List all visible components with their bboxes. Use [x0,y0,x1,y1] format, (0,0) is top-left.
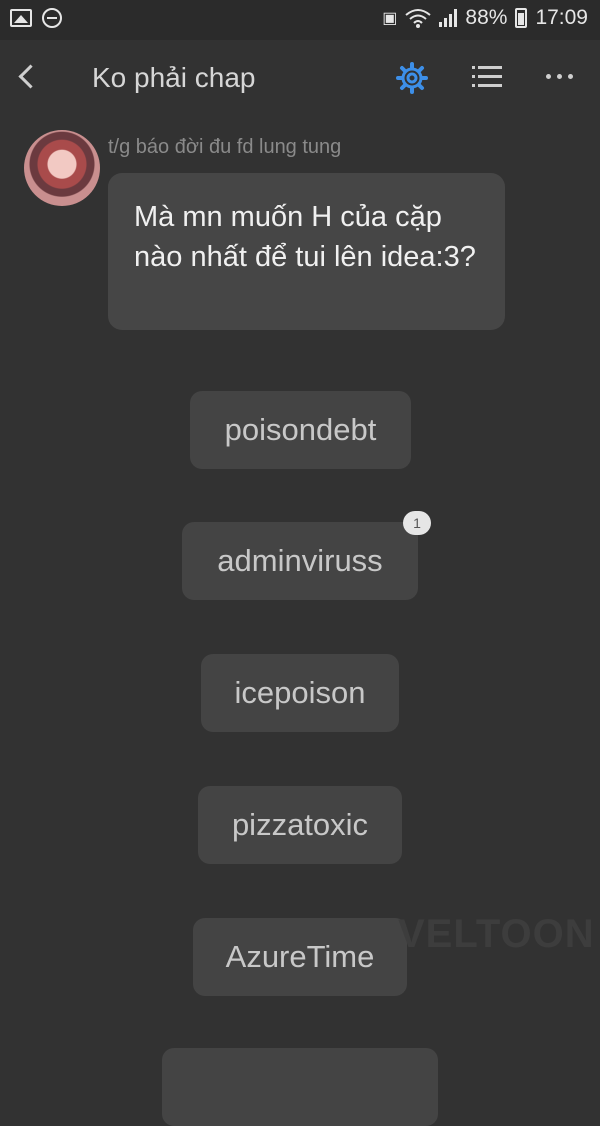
page-title: Ko phải chap [92,62,256,93]
option-adminviruss[interactable]: adminviruss [182,522,418,600]
option-pizzatoxic[interactable]: pizzatoxic [198,786,402,864]
status-right: ▣ 88% 17:09 [382,6,588,30]
message-bubble: Mà mn muốn H của cặp nào nhất để tui lên… [108,173,505,330]
back-button[interactable] [16,60,40,96]
author-name: t/g báo đời đu fd lung tung [108,136,342,158]
option-partial[interactable] [162,1048,438,1126]
settings-gear-icon[interactable] [396,62,428,94]
status-bar: ▣ 88% 17:09 [0,0,600,40]
gallery-icon [10,9,32,27]
sim-icon: ▣ [382,10,398,27]
comment-count-badge[interactable]: 1 [403,511,431,535]
clock: 17:09 [535,6,588,29]
option-icepoison[interactable]: icepoison [201,654,399,732]
signal-icon [439,9,458,27]
wifi-icon [405,9,432,28]
more-options-button[interactable] [546,74,573,79]
option-poisondebt[interactable]: poisondebt [190,391,411,469]
option-azuretime[interactable]: AzureTime [193,918,407,996]
author-avatar[interactable] [24,130,100,206]
battery-percent: 88% [465,6,508,29]
chapter-list-button[interactable] [472,66,502,90]
watermark-logo: VELTOON [398,912,595,956]
battery-icon [515,8,528,28]
status-left [10,8,62,28]
do-not-disturb-icon [42,8,62,28]
app-header: Ko phải chap [0,40,600,118]
